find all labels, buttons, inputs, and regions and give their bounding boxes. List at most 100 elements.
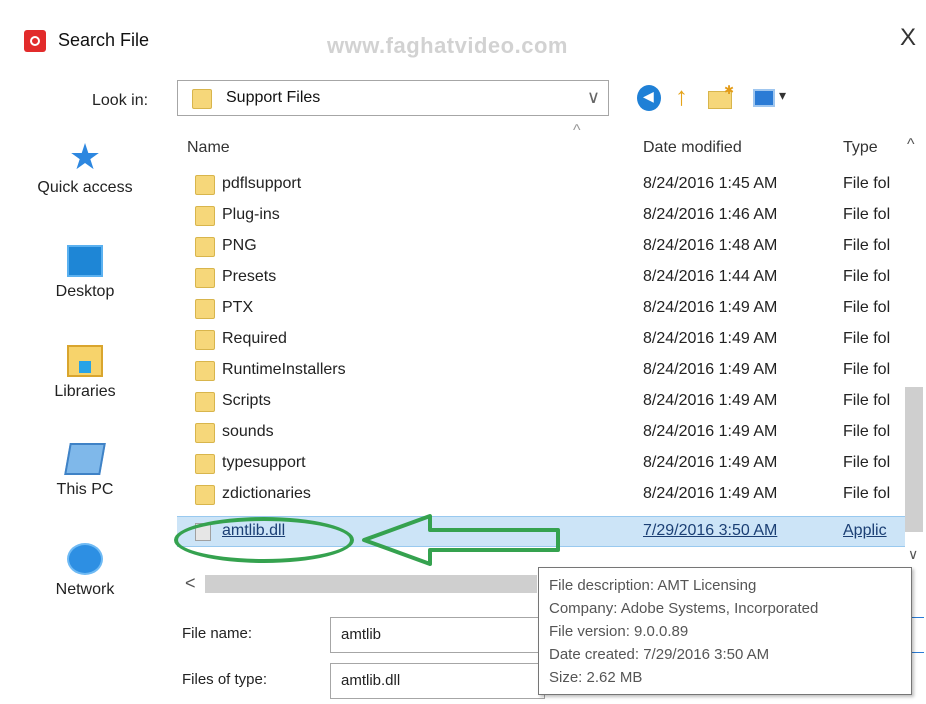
file-name-label: File name:	[182, 625, 253, 642]
list-item[interactable]: zdictionaries 8/24/2016 1:49 AM File fol	[177, 480, 905, 511]
sort-ascending-icon: ^	[573, 122, 581, 139]
file-date: 8/24/2016 1:49 AM	[643, 454, 778, 471]
folder-icon	[195, 206, 215, 226]
file-name: zdictionaries	[222, 485, 311, 502]
folder-icon	[195, 299, 215, 319]
back-icon[interactable]	[637, 85, 661, 111]
file-type: File fol	[843, 299, 891, 316]
file-date: 8/24/2016 1:49 AM	[643, 392, 778, 409]
column-header-name[interactable]: Name	[187, 139, 230, 157]
scroll-down-icon[interactable]: ∨	[908, 546, 918, 563]
open-button-edge[interactable]	[910, 617, 924, 653]
tooltip-created: Date created: 7/29/2016 3:50 AM	[549, 646, 770, 663]
list-item[interactable]: RuntimeInstallers 8/24/2016 1:49 AM File…	[177, 356, 905, 387]
file-name: RuntimeInstallers	[222, 361, 346, 378]
file-type: File fol	[843, 237, 891, 254]
quick-access-star-icon: ★	[68, 136, 102, 177]
list-item[interactable]: sounds 8/24/2016 1:49 AM File fol	[177, 418, 905, 449]
vertical-scrollbar-thumb[interactable]	[905, 387, 923, 532]
window-title: Search File	[58, 30, 150, 50]
lookin-value: Support Files	[226, 89, 321, 106]
watermark: www.faghatvideo.com	[327, 33, 568, 58]
file-type: File fol	[843, 268, 891, 285]
lookin-label: Look in:	[92, 92, 149, 109]
list-item[interactable]: PNG 8/24/2016 1:48 AM File fol	[177, 232, 905, 263]
close-icon[interactable]: X	[900, 26, 916, 50]
tooltip-size: Size: 2.62 MB	[549, 669, 643, 686]
annotation-ellipse	[174, 517, 354, 563]
new-folder-icon[interactable]	[708, 83, 734, 111]
horizontal-scrollbar[interactable]: <	[177, 571, 577, 597]
desktop-icon	[67, 245, 103, 277]
list-item[interactable]: Presets 8/24/2016 1:44 AM File fol	[177, 263, 905, 294]
file-name: PTX	[222, 299, 254, 316]
list-item[interactable]: PTX 8/24/2016 1:49 AM File fol	[177, 294, 905, 325]
list-item[interactable]: Required 8/24/2016 1:49 AM File fol	[177, 325, 905, 356]
this-pc-icon	[64, 443, 106, 475]
places-bar: ★ Quick access Desktop Libraries This PC…	[0, 127, 170, 667]
column-header-date[interactable]: Date modified	[643, 139, 742, 157]
place-libraries[interactable]: Libraries	[0, 345, 170, 401]
file-name: Presets	[222, 268, 277, 285]
folder-icon	[195, 485, 215, 505]
file-date: 8/24/2016 1:49 AM	[643, 423, 778, 440]
folder-icon	[192, 89, 212, 109]
list-item[interactable]: typesupport 8/24/2016 1:49 AM File fol	[177, 449, 905, 480]
place-label: Libraries	[54, 383, 116, 400]
file-type-select[interactable]: amtlib.dll	[330, 663, 545, 699]
network-icon	[67, 543, 103, 575]
file-type: File fol	[843, 361, 891, 378]
file-date: 8/24/2016 1:49 AM	[643, 330, 778, 347]
file-name: Plug-ins	[222, 206, 280, 223]
up-folder-icon[interactable]	[671, 81, 695, 112]
tooltip-company: Company: Adobe Systems, Incorporated	[549, 600, 819, 617]
file-type: File fol	[843, 206, 891, 223]
place-network[interactable]: Network	[0, 543, 170, 599]
search-file-dialog: Search File www.faghatvideo.com X Look i…	[0, 0, 926, 704]
file-type: File fol	[843, 485, 891, 502]
file-date: 8/24/2016 1:49 AM	[643, 299, 778, 316]
file-type: File fol	[843, 454, 891, 471]
folder-icon	[195, 392, 215, 412]
file-name: Required	[222, 330, 287, 347]
place-quick-access[interactable]: ★ Quick access	[0, 136, 170, 197]
file-name: Scripts	[222, 392, 271, 409]
chevron-down-icon[interactable]: ∨	[587, 87, 600, 108]
horizontal-scrollbar-thumb[interactable]	[205, 575, 537, 593]
annotation-arrow-icon	[362, 514, 560, 566]
file-name: sounds	[222, 423, 274, 440]
file-name: typesupport	[222, 454, 306, 471]
scroll-up-icon[interactable]: ^	[907, 136, 915, 154]
folder-icon	[195, 361, 215, 381]
scroll-left-icon[interactable]: <	[185, 573, 196, 594]
list-item[interactable]: pdflsupport 8/24/2016 1:45 AM File fol	[177, 170, 905, 201]
place-desktop[interactable]: Desktop	[0, 245, 170, 301]
tooltip-version: File version: 9.0.0.89	[549, 623, 689, 640]
file-type: File fol	[843, 423, 891, 440]
file-date: 8/24/2016 1:46 AM	[643, 206, 778, 223]
folder-icon	[195, 175, 215, 195]
file-date: 8/24/2016 1:48 AM	[643, 237, 778, 254]
file-type: File fol	[843, 175, 891, 192]
libraries-icon	[67, 345, 103, 377]
tooltip-description: File description: AMT Licensing	[549, 577, 757, 594]
file-date: 8/24/2016 1:45 AM	[643, 175, 778, 192]
column-header-type[interactable]: Type	[843, 139, 878, 157]
place-label: This PC	[56, 481, 114, 498]
place-label: Desktop	[55, 283, 115, 300]
file-name-input[interactable]: amtlib	[330, 617, 545, 653]
place-this-pc[interactable]: This PC	[0, 443, 170, 499]
file-type: Applic	[843, 522, 887, 539]
app-icon	[24, 30, 46, 52]
list-item[interactable]: Scripts 8/24/2016 1:49 AM File fol	[177, 387, 905, 418]
views-menu-icon[interactable]	[753, 85, 793, 111]
folder-icon	[195, 423, 215, 443]
folder-icon	[195, 237, 215, 257]
folder-icon	[195, 330, 215, 350]
lookin-dropdown[interactable]: Support Files ∨	[177, 80, 609, 116]
file-name: PNG	[222, 237, 257, 254]
place-label: Quick access	[37, 179, 133, 196]
list-item[interactable]: Plug-ins 8/24/2016 1:46 AM File fol	[177, 201, 905, 232]
file-date: 8/24/2016 1:44 AM	[643, 268, 778, 285]
file-info-tooltip: File description: AMT Licensing Company:…	[538, 567, 912, 695]
